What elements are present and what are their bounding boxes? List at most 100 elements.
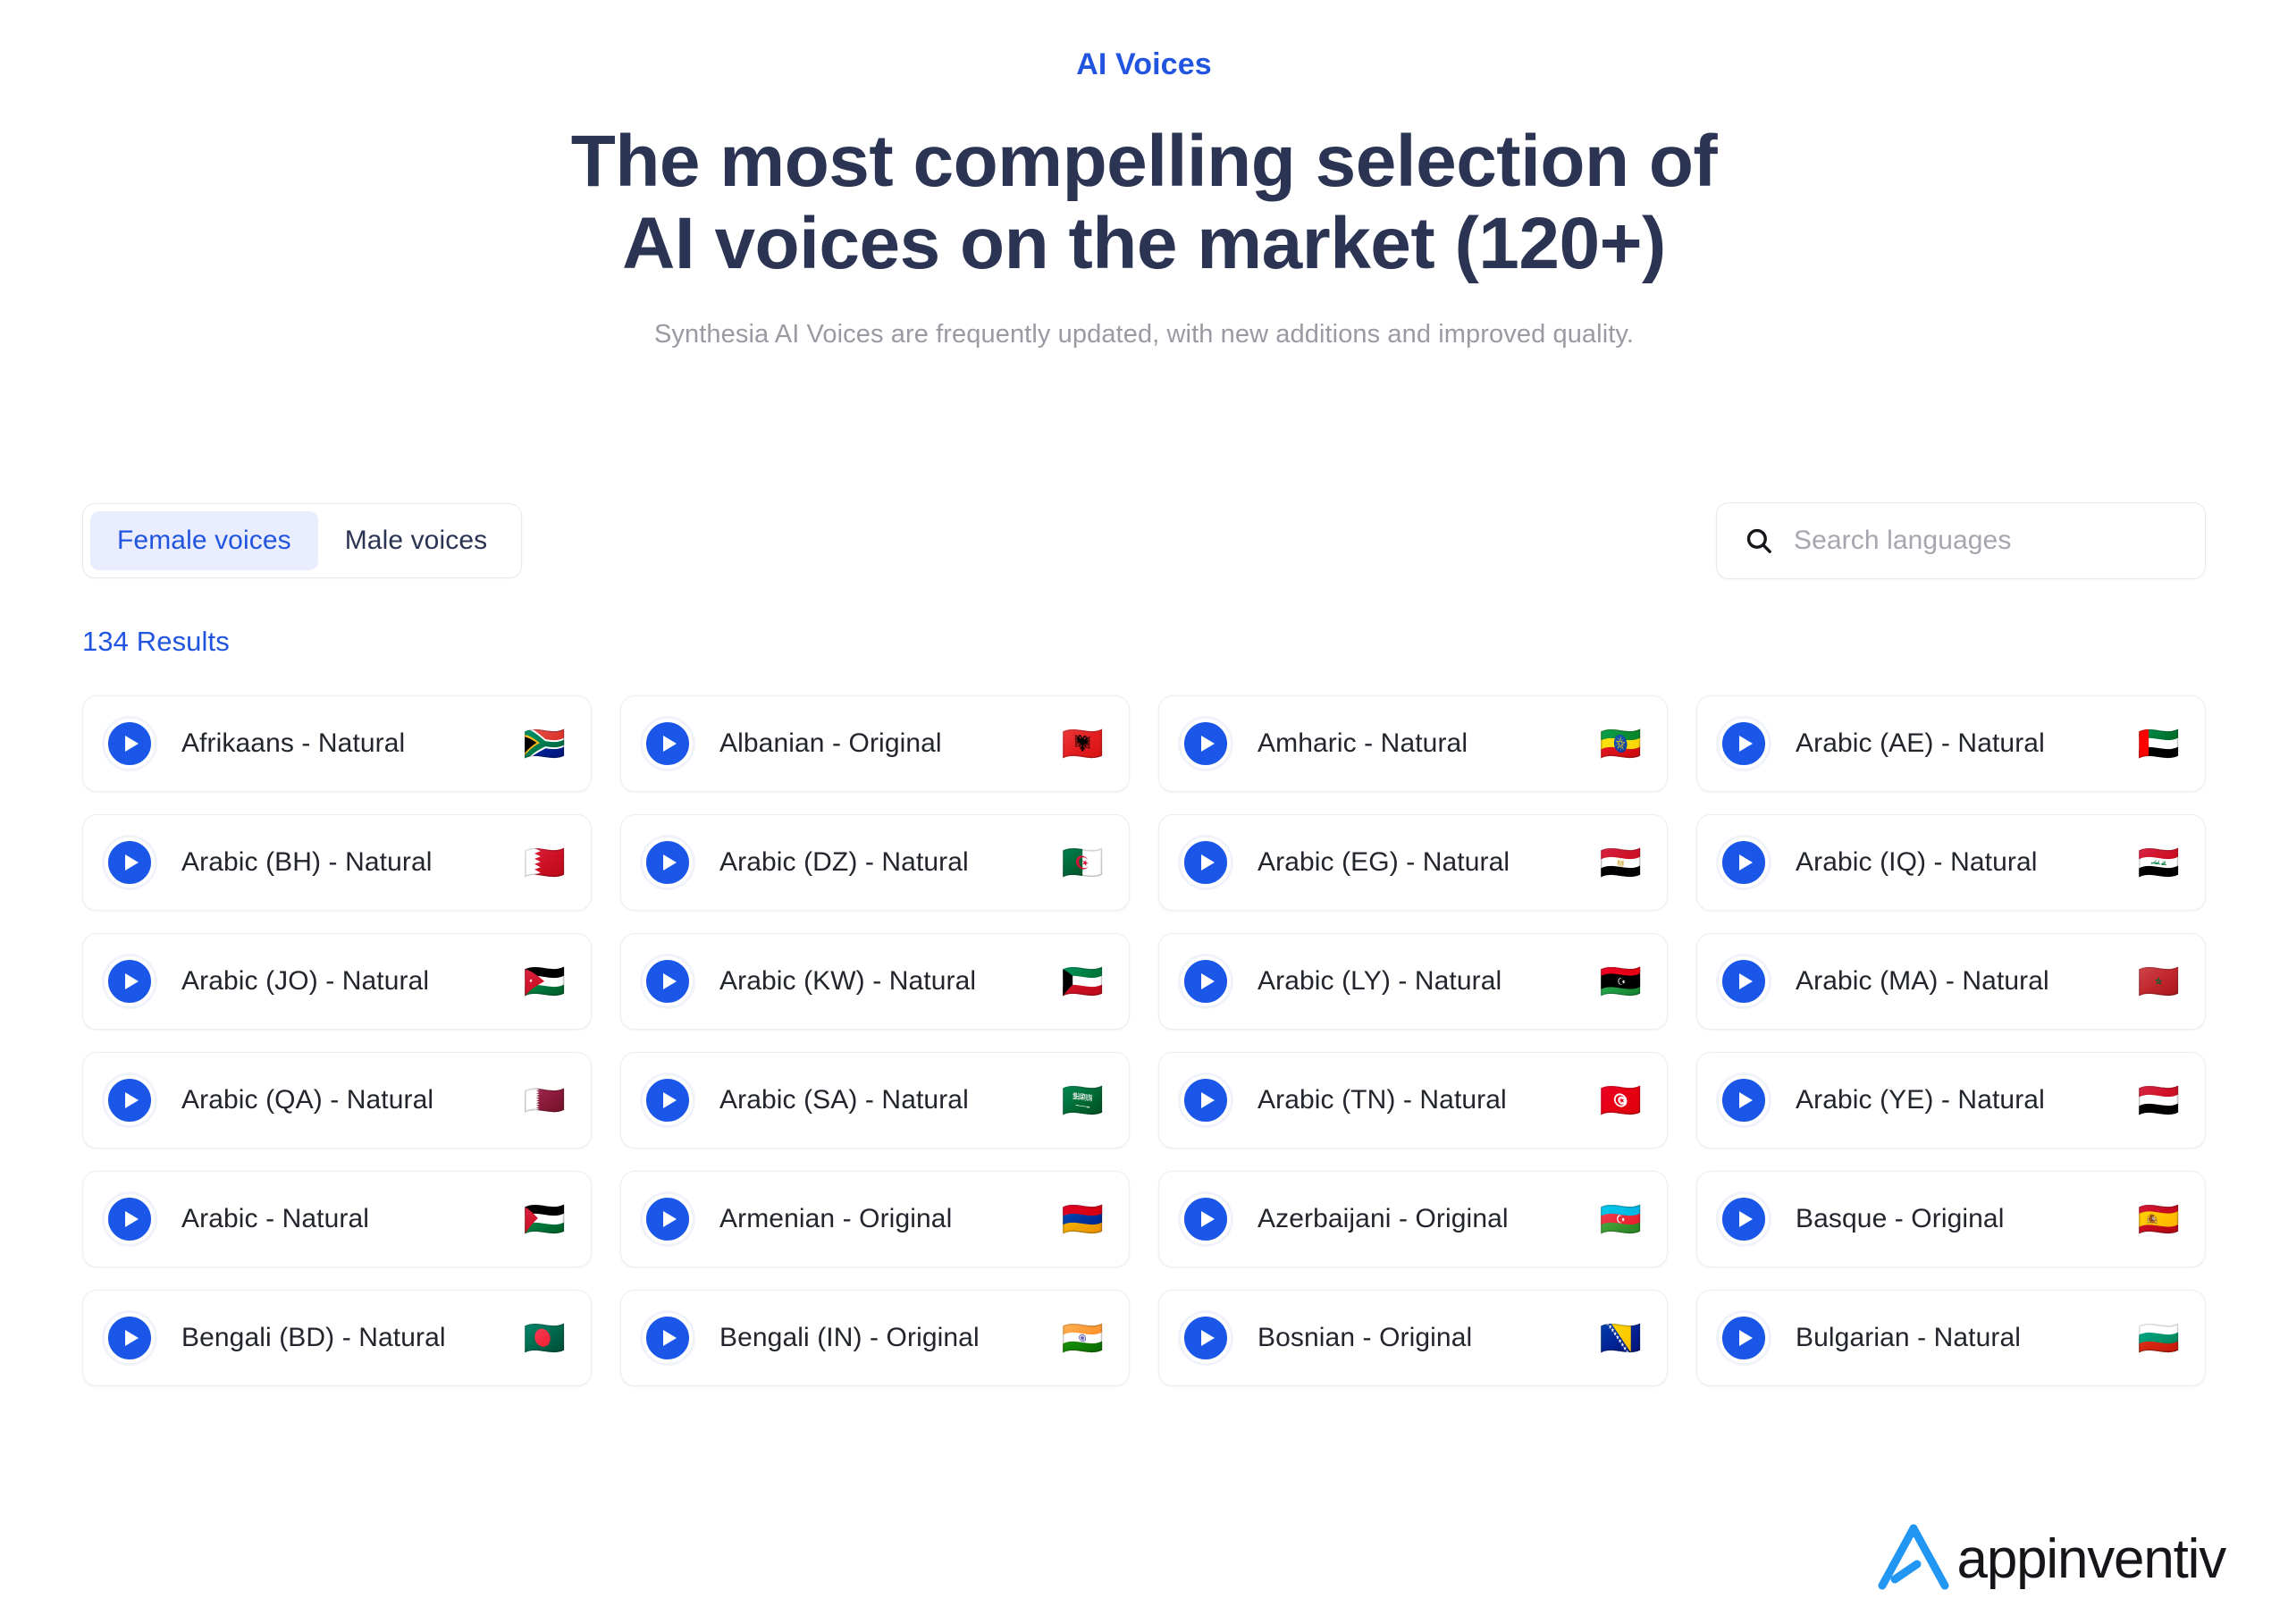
country-flag-icon: 🇮🇳 — [1061, 1318, 1104, 1358]
voice-label: Arabic (SA) - Natural — [719, 1085, 969, 1115]
search-input[interactable] — [1794, 526, 2178, 556]
play-icon[interactable] — [643, 1313, 693, 1363]
voice-card[interactable]: Bulgarian - Natural 🇧🇬 — [1696, 1290, 2206, 1386]
tab-male-voices[interactable]: Male voices — [318, 511, 515, 570]
voice-card[interactable]: Arabic (AE) - Natural 🇦🇪 — [1696, 695, 2206, 792]
voice-card[interactable]: Arabic (SA) - Natural 🇸🇦 — [620, 1052, 1130, 1149]
voice-label: Bulgarian - Natural — [1796, 1323, 2022, 1352]
voice-card[interactable]: Armenian - Original 🇦🇲 — [620, 1171, 1130, 1267]
play-triangle-icon — [124, 854, 139, 871]
play-icon[interactable] — [105, 1313, 155, 1363]
voice-card[interactable]: Arabic (TN) - Natural 🇹🇳 — [1158, 1052, 1668, 1149]
voice-card[interactable]: Amharic - Natural 🇪🇹 — [1158, 695, 1668, 792]
voice-card[interactable]: Arabic (YE) - Natural 🇾🇪 — [1696, 1052, 2206, 1149]
play-icon[interactable] — [1719, 1075, 1769, 1125]
play-icon[interactable] — [1719, 837, 1769, 888]
play-icon[interactable] — [1719, 1313, 1769, 1363]
play-icon[interactable] — [105, 1194, 155, 1244]
play-icon[interactable] — [1181, 1313, 1231, 1363]
voice-label: Arabic (YE) - Natural — [1796, 1085, 2045, 1115]
voice-label: Arabic (JO) - Natural — [181, 966, 430, 996]
voice-card[interactable]: Bengali (IN) - Original 🇮🇳 — [620, 1290, 1130, 1386]
country-flag-icon: 🇩🇿 — [1061, 843, 1104, 882]
ai-voices-page: AI Voices The most compelling selection … — [0, 0, 2288, 1624]
hero-section: AI Voices The most compelling selection … — [0, 0, 2288, 349]
play-icon[interactable] — [1181, 837, 1231, 888]
play-icon[interactable] — [643, 956, 693, 1006]
country-flag-icon: 🇧🇩 — [523, 1318, 566, 1358]
voice-card[interactable]: Afrikaans - Natural 🇿🇦 — [82, 695, 592, 792]
play-triangle-icon — [1200, 1330, 1215, 1346]
voice-card[interactable]: Arabic (QA) - Natural 🇶🇦 — [82, 1052, 592, 1149]
voice-card[interactable]: Basque - Original 🇪🇸 — [1696, 1171, 2206, 1267]
play-triangle-icon — [1738, 1211, 1753, 1227]
voice-card[interactable]: Arabic (IQ) - Natural 🇮🇶 — [1696, 814, 2206, 911]
voice-card[interactable]: Arabic (JO) - Natural 🇯🇴 — [82, 933, 592, 1030]
country-flag-icon: 🇧🇭 — [523, 843, 566, 882]
country-flag-icon: 🇦🇲 — [1061, 1199, 1104, 1239]
country-flag-icon: 🇵🇸 — [523, 1199, 566, 1239]
voice-card[interactable]: Albanian - Original 🇦🇱 — [620, 695, 1130, 792]
voice-label: Arabic (AE) - Natural — [1796, 728, 2045, 758]
tab-female-voices[interactable]: Female voices — [90, 511, 318, 570]
play-icon[interactable] — [643, 719, 693, 769]
play-icon[interactable] — [643, 837, 693, 888]
play-icon[interactable] — [105, 956, 155, 1006]
voice-card[interactable]: Arabic (LY) - Natural 🇱🇾 — [1158, 933, 1668, 1030]
play-icon[interactable] — [105, 837, 155, 888]
country-flag-icon: 🇪🇬 — [1599, 843, 1642, 882]
country-flag-icon: 🇦🇱 — [1061, 724, 1104, 763]
voice-card[interactable]: Arabic (EG) - Natural 🇪🇬 — [1158, 814, 1668, 911]
country-flag-icon: 🇸🇦 — [1061, 1081, 1104, 1120]
voice-card[interactable]: Azerbaijani - Original 🇦🇿 — [1158, 1171, 1668, 1267]
play-triangle-icon — [662, 1330, 677, 1346]
eyebrow-label: AI Voices — [1076, 47, 1212, 81]
play-icon[interactable] — [1181, 956, 1231, 1006]
voice-label: Arabic (EG) - Natural — [1258, 847, 1510, 877]
play-icon[interactable] — [105, 719, 155, 769]
page-title: The most compelling selection of AI voic… — [0, 121, 2288, 285]
voice-card[interactable]: Bengali (BD) - Natural 🇧🇩 — [82, 1290, 592, 1386]
voice-gender-tabs: Female voices Male voices — [82, 503, 523, 578]
play-icon[interactable] — [643, 1194, 693, 1244]
voice-label: Arabic - Natural — [181, 1204, 370, 1233]
country-flag-icon: 🇪🇹 — [1599, 724, 1642, 763]
play-triangle-icon — [662, 736, 677, 752]
play-icon[interactable] — [1181, 1194, 1231, 1244]
play-icon[interactable] — [1181, 1075, 1231, 1125]
country-flag-icon: 🇲🇦 — [2137, 962, 2180, 1001]
play-icon[interactable] — [1719, 956, 1769, 1006]
voice-label: Albanian - Original — [719, 728, 942, 758]
play-triangle-icon — [1200, 854, 1215, 871]
play-icon[interactable] — [1181, 719, 1231, 769]
voice-card[interactable]: Arabic (MA) - Natural 🇲🇦 — [1696, 933, 2206, 1030]
voice-label: Bengali (BD) - Natural — [181, 1323, 446, 1352]
play-icon[interactable] — [1719, 1194, 1769, 1244]
play-triangle-icon — [1738, 973, 1753, 989]
play-triangle-icon — [662, 854, 677, 871]
voice-label: Arabic (IQ) - Natural — [1796, 847, 2038, 877]
voice-card[interactable]: Arabic (BH) - Natural 🇧🇭 — [82, 814, 592, 911]
play-triangle-icon — [124, 973, 139, 989]
voice-card[interactable]: Arabic - Natural 🇵🇸 — [82, 1171, 592, 1267]
country-flag-icon: 🇧🇬 — [2137, 1318, 2180, 1358]
country-flag-icon: 🇦🇪 — [2137, 724, 2180, 763]
voice-card[interactable]: Arabic (KW) - Natural 🇰🇼 — [620, 933, 1130, 1030]
play-triangle-icon — [124, 1330, 139, 1346]
voice-label: Arabic (BH) - Natural — [181, 847, 433, 877]
play-icon[interactable] — [105, 1075, 155, 1125]
voice-card[interactable]: Arabic (DZ) - Natural 🇩🇿 — [620, 814, 1130, 911]
country-flag-icon: 🇪🇸 — [2137, 1199, 2180, 1239]
country-flag-icon: 🇿🇦 — [523, 724, 566, 763]
search-languages-box[interactable] — [1716, 502, 2206, 579]
search-icon — [1744, 526, 1774, 556]
voice-label: Arabic (LY) - Natural — [1258, 966, 1502, 996]
play-icon[interactable] — [1719, 719, 1769, 769]
voice-card[interactable]: Bosnian - Original 🇧🇦 — [1158, 1290, 1668, 1386]
filter-controls: Female voices Male voices — [82, 502, 2206, 579]
voice-label: Arabic (KW) - Natural — [719, 966, 977, 996]
country-flag-icon: 🇶🇦 — [523, 1081, 566, 1120]
play-icon[interactable] — [643, 1075, 693, 1125]
voice-label: Basque - Original — [1796, 1204, 2005, 1233]
play-triangle-icon — [1738, 1330, 1753, 1346]
